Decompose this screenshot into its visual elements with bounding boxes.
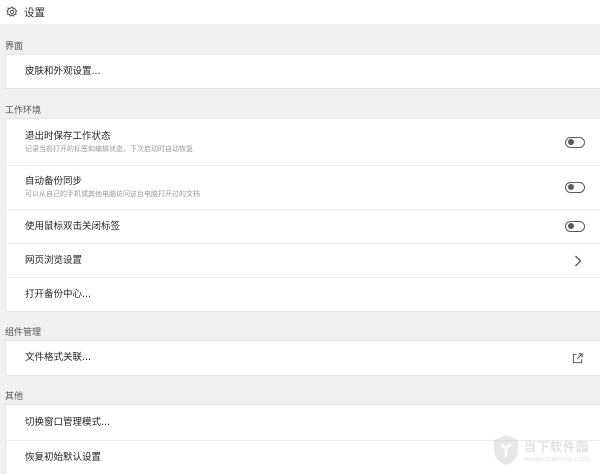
row-description: 记录当前打开的标签和编辑状态，下次启动时自动恢复 — [25, 144, 193, 153]
window-title: 设置 — [24, 6, 45, 19]
section-label-workspace: 工作环境 — [5, 106, 42, 116]
gear-icon — [6, 6, 18, 17]
skin-appearance-settings-row[interactable]: 皮肤和外观设置... — [6, 55, 600, 88]
external-link-icon — [572, 352, 583, 363]
section-card-interface: 皮肤和外观设置... — [5, 54, 600, 89]
row-label: 皮肤和外观设置... — [25, 65, 101, 77]
watermark-subtext: www.downxia.com — [524, 454, 590, 463]
double-click-close-toggle[interactable] — [565, 221, 585, 232]
row-label: 自动备份同步 — [25, 176, 83, 187]
save-state-on-exit-row[interactable]: 退出时保存工作状态 记录当前打开的标签和编辑状态，下次启动时自动恢复 — [6, 119, 600, 165]
open-backup-center-row[interactable]: 打开备份中心... — [6, 277, 600, 311]
toggle-knob — [567, 138, 574, 145]
row-label: 使用鼠标双击关闭标签 — [25, 220, 121, 232]
chevron-right-icon — [575, 255, 582, 266]
row-label: 文件格式关联... — [25, 352, 92, 363]
row-label: 网页浏览设置 — [25, 254, 83, 266]
row-label: 切换窗口管理模式... — [25, 416, 111, 428]
file-association-row[interactable]: 文件格式关联... — [6, 341, 600, 375]
watermark-text: 当下软件园 — [524, 439, 590, 454]
title-bar: 设置 — [0, 0, 600, 24]
section-card-workspace: 退出时保存工作状态 记录当前打开的标签和编辑状态，下次启动时自动恢复 自动备份同… — [5, 118, 600, 312]
auto-backup-toggle[interactable] — [565, 182, 585, 193]
toggle-knob — [567, 184, 574, 190]
toggle-knob — [567, 223, 574, 229]
row-label: 退出时保存工作状态 — [25, 130, 111, 142]
auto-backup-sync-row[interactable]: 自动备份同步 可以从自己的手机或其他电脑访问这台电脑打开过的文档 — [6, 165, 600, 209]
section-label-interface: 界面 — [5, 42, 24, 52]
shield-logo-icon — [494, 435, 518, 465]
section-label-components: 组件管理 — [5, 328, 42, 338]
section-card-components: 文件格式关联... — [5, 340, 600, 376]
row-label: 打开备份中心... — [25, 288, 92, 300]
save-state-toggle[interactable] — [565, 136, 585, 148]
row-description: 可以从自己的手机或其他电脑访问这台电脑打开过的文档 — [25, 190, 200, 198]
section-label-other: 其他 — [5, 392, 24, 402]
watermark: 当下软件园 www.downxia.com — [492, 430, 592, 470]
web-browsing-settings-row[interactable]: 网页浏览设置 — [6, 243, 600, 277]
double-click-close-tab-row[interactable]: 使用鼠标双击关闭标签 — [6, 209, 600, 243]
